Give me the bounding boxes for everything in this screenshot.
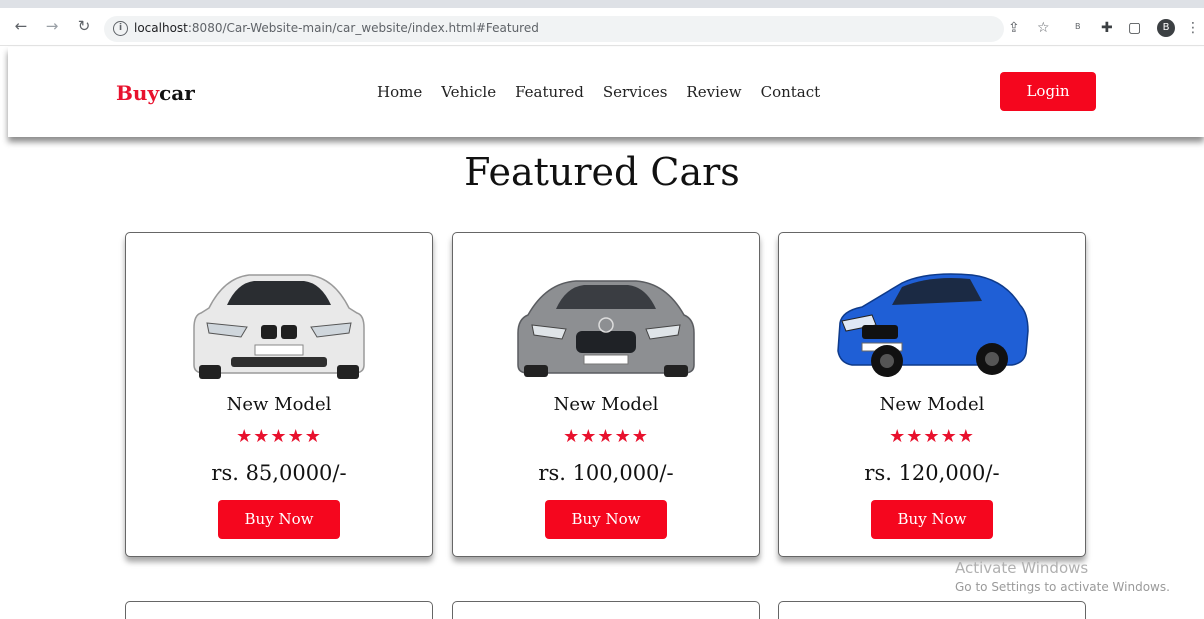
car-image-sedan — [193, 274, 365, 379]
main-nav: Home Vehicle Featured Services Review Co… — [377, 83, 839, 101]
rating-stars-icon: ★★★★★ — [563, 426, 649, 447]
tab-strip — [0, 0, 1204, 8]
login-button[interactable]: Login — [1000, 72, 1096, 111]
car-card: New Model ★★★★★ rs. 120,000/- Buy Now — [778, 232, 1086, 557]
site-header: Buycar Home Vehicle Featured Services Re… — [8, 47, 1204, 137]
car-card: New Model ★★★★★ rs. 85,0000/- Buy Now — [125, 232, 433, 557]
section-title: Featured Cars — [464, 150, 740, 194]
side-panel-icon[interactable]: ▢ — [1128, 20, 1141, 36]
bookmark-star-icon[interactable]: ☆ — [1037, 20, 1050, 36]
car-price: rs. 120,000/- — [864, 461, 1000, 485]
car-image-sports — [517, 280, 695, 377]
url-host: localhost — [134, 21, 188, 35]
rating-stars-icon: ★★★★★ — [889, 426, 975, 447]
buy-now-button[interactable]: Buy Now — [218, 500, 340, 539]
url-text[interactable]: localhost:8080/Car-Website-main/car_webs… — [134, 21, 539, 35]
car-image-hatchback — [837, 273, 1029, 377]
watermark-line2: Go to Settings to activate Windows. — [955, 580, 1170, 594]
car-card: New Model ★★★★★ rs. 100,000/- Buy Now — [452, 232, 760, 557]
nav-services[interactable]: Services — [603, 83, 668, 101]
windows-activation-watermark: Activate Windows Go to Settings to activ… — [955, 559, 1170, 594]
site-logo[interactable]: Buycar — [116, 81, 195, 105]
nav-featured[interactable]: Featured — [515, 83, 584, 101]
extension-b-icon[interactable]: B — [1075, 22, 1081, 31]
logo-buy: Buy — [116, 81, 160, 105]
logo-car: car — [159, 81, 195, 105]
nav-home[interactable]: Home — [377, 83, 422, 101]
share-icon[interactable]: ⇪ — [1008, 20, 1020, 36]
nav-contact[interactable]: Contact — [761, 83, 821, 101]
car-card-partial — [778, 601, 1086, 619]
buy-now-button[interactable]: Buy Now — [545, 500, 667, 539]
car-model-name: New Model — [226, 394, 332, 415]
reload-icon[interactable]: ↻ — [75, 17, 93, 35]
nav-vehicle[interactable]: Vehicle — [441, 83, 496, 101]
nav-review[interactable]: Review — [686, 83, 741, 101]
car-price: rs. 85,0000/- — [211, 461, 347, 485]
extensions-puzzle-icon[interactable]: ✚ — [1101, 20, 1113, 36]
url-path: :8080/Car-Website-main/car_website/index… — [187, 21, 539, 35]
browser-toolbar: ← → ↻ i localhost:8080/Car-Website-main/… — [0, 0, 1204, 46]
car-card-partial — [452, 601, 760, 619]
profile-avatar[interactable]: B — [1157, 19, 1175, 37]
car-model-name: New Model — [553, 394, 659, 415]
car-card-partial — [125, 601, 433, 619]
car-model-name: New Model — [879, 394, 985, 415]
address-bar[interactable]: i localhost:8080/Car-Website-main/car_we… — [104, 16, 1004, 42]
watermark-line1: Activate Windows — [955, 559, 1089, 577]
car-price: rs. 100,000/- — [538, 461, 674, 485]
rating-stars-icon: ★★★★★ — [236, 426, 322, 447]
forward-arrow-icon[interactable]: → — [43, 17, 61, 35]
more-menu-icon[interactable]: ⋮ — [1186, 20, 1200, 36]
site-info-icon[interactable]: i — [113, 21, 128, 36]
buy-now-button[interactable]: Buy Now — [871, 500, 993, 539]
back-arrow-icon[interactable]: ← — [12, 17, 30, 35]
